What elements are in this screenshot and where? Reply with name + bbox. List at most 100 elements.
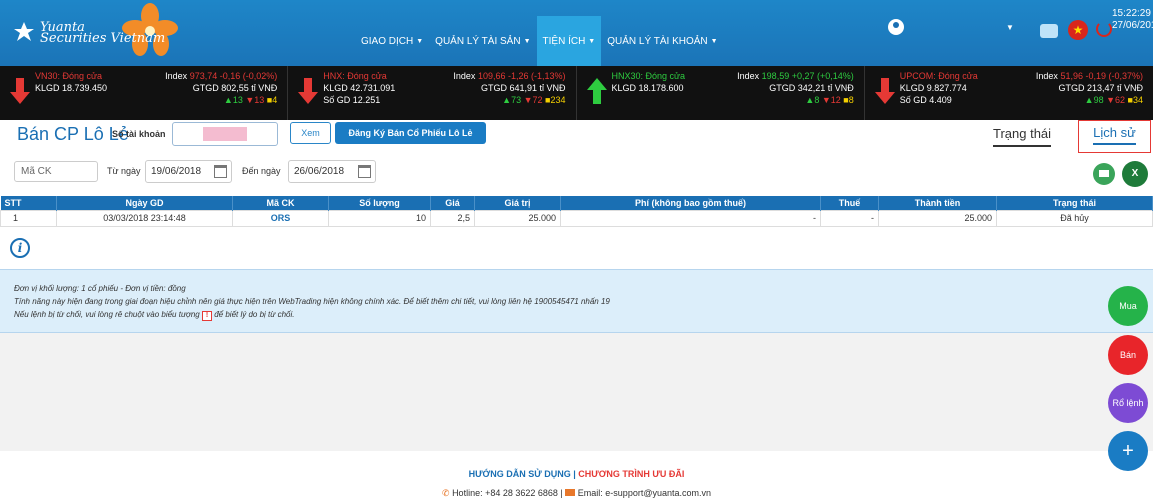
col-date: Ngày GD (56, 196, 233, 210)
chevron-down-icon: ▼ (416, 37, 424, 45)
account-value-redacted (203, 127, 247, 141)
vietnam-flag-icon[interactable]: ★ (1068, 20, 1088, 40)
user-menu[interactable]: ▼ (888, 16, 1016, 38)
nav-quan-ly-tai-san[interactable]: QUẢN LÝ TÀI SẢN ▼ (429, 16, 536, 66)
nav-quan-ly-tai-khoan[interactable]: QUẢN LÝ TÀI KHOẢN ▼ (601, 16, 723, 66)
order-basket-button[interactable]: Rổ lệnh (1108, 383, 1148, 423)
add-button[interactable]: + (1108, 431, 1148, 471)
index-turnover: GTGD 213,47 tỉ VNĐ (1058, 83, 1143, 93)
tab-status[interactable]: Trạng thái (993, 126, 1052, 147)
email-link[interactable]: Email: e-support@yuanta.com.vn (578, 488, 711, 498)
cell-date: 03/03/2018 23:14:48 (56, 209, 233, 227)
history-table: STT Ngày GD Mã CK Số lượng Giá Giá trị P… (0, 196, 1153, 227)
phone-icon: ✆ (442, 488, 450, 498)
cell-symbol[interactable]: ORS (232, 209, 329, 227)
index-volume: KLGD 42.731.091 (323, 83, 396, 93)
chevron-down-icon: ▼ (588, 37, 596, 45)
cell-status: Đã hủy (996, 209, 1153, 227)
info-icon[interactable]: i (10, 238, 30, 258)
mail-icon (565, 489, 576, 496)
down-arrow-icon (298, 78, 319, 104)
sell-button[interactable]: Bán (1108, 335, 1148, 375)
cell-stt: 1 (0, 209, 57, 227)
col-amount: Thành tiền (878, 196, 997, 210)
footer-contact: ✆ Hotline: +84 28 3622 6868 | Email: e-s… (0, 488, 1153, 499)
from-date-input[interactable]: 19/06/2018 (145, 160, 232, 183)
cell-quantity: 10 (328, 209, 431, 227)
up-arrow-icon (586, 78, 607, 104)
down-arrow-icon (10, 78, 30, 104)
logout-icon[interactable] (1096, 21, 1112, 37)
chevron-down-icon: ▼ (710, 37, 718, 45)
index-value: Index 109,66 -1,26 (-1,13%) (453, 71, 566, 81)
cell-fee: - (560, 209, 821, 227)
note-adjustment: Tính năng này hiện đang trong giai đoạn … (14, 297, 610, 306)
view-button[interactable]: Xem (290, 122, 331, 144)
to-date-input[interactable]: 26/06/2018 (288, 160, 376, 183)
index-name: HNX30: Đóng cửa (611, 71, 686, 81)
index-cell-vn30[interactable]: VN30: Đóng cửa KLGD 18.739.450 Index 973… (0, 66, 289, 120)
index-value: Index 51,96 -0,19 (-0,37%) (1035, 71, 1143, 81)
empty-area (0, 333, 1153, 451)
footer-separator: | (560, 488, 563, 498)
market-index-strip: VN30: Đóng cửa KLGD 18.739.450 Index 973… (0, 66, 1153, 120)
logo-text: Yuanta Securities Vietnam (40, 20, 166, 46)
index-name: HNX: Đóng cửa (323, 71, 387, 81)
yuanta-mark-icon (14, 22, 34, 41)
nav-giao-dich[interactable]: GIAO DỊCH ▼ (355, 16, 429, 66)
table-row[interactable]: 1 03/03/2018 23:14:48 ORS 10 2,5 25.000 … (0, 209, 1153, 227)
notes-panel: Đơn vị khối lượng: 1 cổ phiếu - Đơn vị t… (0, 269, 1153, 333)
index-turnover: GTGD 342,21 tỉ VNĐ (769, 83, 854, 93)
user-guide-link[interactable]: HƯỚNG DẪN SỬ DỤNG (469, 469, 571, 479)
down-arrow-icon (874, 78, 895, 104)
nav-tien-ich[interactable]: TIỆN ÍCH ▼ (536, 16, 602, 66)
index-turnover: GTGD 802,55 tỉ VNĐ (192, 83, 278, 93)
note-unit: Đơn vị khối lượng: 1 cổ phiếu - Đơn vị t… (14, 284, 186, 293)
to-date-value: 26/06/2018 (294, 166, 345, 177)
cell-value: 25.000 (474, 209, 561, 227)
cell-tax: - (820, 209, 879, 227)
symbol-input[interactable]: Mã CK (14, 161, 98, 182)
index-deals: Số GD 4.409 (899, 95, 952, 105)
index-cell-hnx30[interactable]: HNX30: Đóng cửa KLGD 18.178.600 Index 19… (577, 66, 865, 120)
register-odd-lot-button[interactable]: Đăng Ký Bán Cổ Phiếu Lô Lẻ (335, 122, 486, 144)
account-label: Số tài khoản (112, 129, 166, 139)
promotion-link[interactable]: CHƯƠNG TRÌNH ƯU ĐÃI (578, 469, 684, 479)
print-icon[interactable] (1093, 163, 1115, 185)
account-select[interactable] (172, 122, 278, 146)
tab-history[interactable]: Lịch sử (1078, 120, 1151, 153)
chevron-down-icon: ▼ (523, 37, 531, 45)
user-name-redacted (910, 20, 1000, 34)
buy-button[interactable]: Mua (1108, 286, 1148, 326)
index-turnover: GTGD 641,91 tỉ VNĐ (480, 83, 566, 93)
tab-history-label: Lịch sử (1093, 125, 1136, 145)
user-icon (888, 19, 904, 35)
from-date-label: Từ ngày (107, 166, 141, 176)
index-cell-hnx[interactable]: HNX: Đóng cửa KLGD 42.731.091 Số GD 12.2… (288, 66, 577, 120)
index-value: Index 973,74 -0,16 (-0,02%) (165, 71, 278, 81)
calendar-icon[interactable] (214, 165, 227, 178)
col-symbol: Mã CK (232, 196, 329, 210)
from-date-value: 19/06/2018 (151, 166, 202, 177)
index-name: VN30: Đóng cửa (35, 71, 103, 81)
col-tax: Thuế (820, 196, 879, 210)
index-volume: KLGD 18.739.450 (35, 83, 108, 93)
footer-links: HƯỚNG DẪN SỬ DỤNG | CHƯƠNG TRÌNH ƯU ĐÃI (0, 469, 1153, 479)
screen-icon[interactable] (1040, 24, 1058, 38)
main-nav: GIAO DỊCH ▼ QUẢN LÝ TÀI SẢN ▼ TIỆN ÍCH ▼ QU… (355, 16, 724, 66)
index-value: Index 198,59 +0,27 (+0,14%) (737, 71, 854, 81)
to-date-label: Đến ngày (242, 166, 281, 176)
col-quantity: Số lượng (328, 196, 431, 210)
col-stt: STT (0, 196, 57, 210)
index-counts: ▲98 ▼62 ■34 (1084, 95, 1143, 105)
footer-separator: | (573, 469, 576, 479)
index-name: UPCOM: Đóng cửa (899, 71, 978, 81)
index-volume: KLGD 9.827.774 (899, 83, 967, 93)
index-cell-upcom[interactable]: UPCOM: Đóng cửa KLGD 9.827.774 Số GD 4.4… (865, 66, 1153, 120)
col-price: Giá (430, 196, 475, 210)
table-header-row: STT Ngày GD Mã CK Số lượng Giá Giá trị P… (0, 196, 1153, 210)
excel-export-icon[interactable]: X (1122, 161, 1148, 187)
calendar-icon[interactable] (358, 165, 371, 178)
col-fee: Phí (không bao gồm thuế) (560, 196, 821, 210)
cell-amount: 25.000 (878, 209, 997, 227)
